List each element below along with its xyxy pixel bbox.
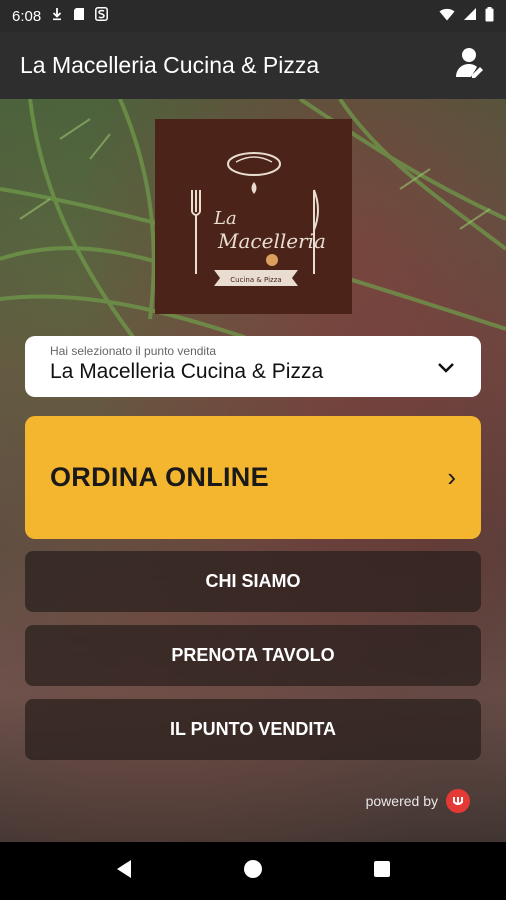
app-title: La Macelleria Cucina & Pizza [20,52,320,78]
chevron-down-icon [435,356,457,378]
logo-text-la: La [213,208,237,229]
logo-text-macelleria: Macelleria [217,229,326,253]
prenota-tavolo-label: PRENOTA TAVOLO [171,645,335,665]
chevron-right-icon: › [447,462,456,492]
store-selector[interactable]: Hai selezionato il punto vendita La Mace… [25,336,481,397]
home-icon [243,859,263,884]
home-button[interactable] [233,851,273,891]
powered-by[interactable]: powered by [366,789,470,813]
powered-by-label: powered by [365,793,438,809]
punto-vendita-label: IL PUNTO VENDITA [169,719,337,739]
back-button[interactable] [104,851,144,891]
chi-siamo-button[interactable]: CHI SIAMO [25,551,481,612]
s-icon [95,7,109,25]
battery-icon [485,6,494,26]
status-bar: 6:08 [0,0,506,32]
store-selector-value: La Macelleria Cucina & Pizza [50,360,324,383]
back-icon [115,859,133,884]
wifi-icon [439,8,455,25]
punto-vendita-button[interactable]: IL PUNTO VENDITA [25,699,481,760]
order-online-button[interactable]: ORDINA ONLINE › [25,416,481,539]
download-icon [51,7,63,25]
recents-button[interactable] [362,851,402,891]
order-online-label: ORDINA ONLINE [50,462,269,492]
account-icon [456,47,484,84]
chi-siamo-label: CHI SIAMO [205,571,301,591]
status-time: 6:08 [12,7,42,25]
brand-logo-icon [446,789,470,813]
recents-icon [373,860,391,883]
navigation-bar [0,842,506,900]
restaurant-logo: La Macelleria Cucina & Pizza [155,119,352,314]
logo-text-cucina: Cucina & Pizza [230,276,281,284]
main-content: La Macelleria Cucina & Pizza Hai selezio… [0,99,506,842]
sd-card-icon [73,7,85,25]
store-selector-label: Hai selezionato il punto vendita [50,344,217,358]
prenota-tavolo-button[interactable]: PRENOTA TAVOLO [25,625,481,686]
app-bar: La Macelleria Cucina & Pizza [0,32,506,99]
signal-icon [463,7,477,25]
account-button[interactable] [454,48,486,84]
